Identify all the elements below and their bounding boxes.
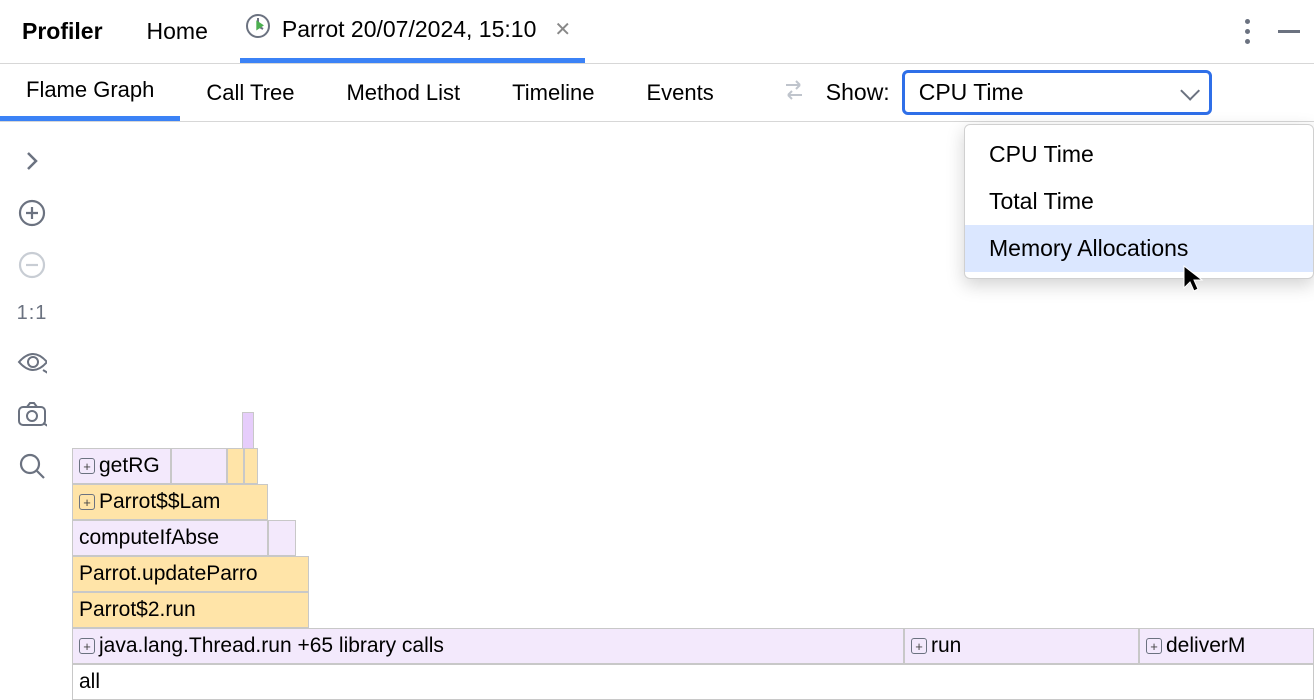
chevron-down-icon bbox=[1180, 80, 1200, 100]
flame-frame[interactable] bbox=[227, 448, 244, 484]
frame-label: java.lang.Thread.run +65 library calls bbox=[99, 634, 444, 658]
frame-label: all bbox=[79, 670, 100, 694]
expand-icon[interactable]: + bbox=[79, 638, 95, 654]
tab-call-tree[interactable]: Call Tree bbox=[180, 64, 320, 121]
header-bar: Profiler Home Parrot 20/07/2024, 15:10 ✕ bbox=[0, 0, 1314, 64]
view-toolbar: Flame Graph Call Tree Method List Timeli… bbox=[0, 64, 1314, 122]
frame-label: run bbox=[931, 634, 961, 658]
swap-icon[interactable] bbox=[780, 78, 808, 108]
flame-frame-computeifabsent[interactable]: computeIfAbse bbox=[72, 520, 268, 556]
minimize-icon[interactable] bbox=[1278, 30, 1300, 33]
eye-icon[interactable] bbox=[17, 347, 47, 377]
expand-panel-icon[interactable] bbox=[17, 146, 47, 176]
tab-label: Parrot 20/07/2024, 15:10 bbox=[282, 16, 536, 43]
expand-icon[interactable]: + bbox=[911, 638, 927, 654]
flame-frame[interactable] bbox=[171, 448, 227, 484]
dropdown-item-cpu-time[interactable]: CPU Time bbox=[965, 131, 1313, 178]
flame-frame-parrot-lambda[interactable]: + Parrot$$Lam bbox=[72, 484, 268, 520]
tab-events[interactable]: Events bbox=[621, 64, 740, 121]
zoom-in-icon[interactable] bbox=[17, 198, 47, 228]
flame-graph-area: + getRG + Parrot$$Lam computeIfAbse Parr… bbox=[72, 400, 1314, 700]
flame-frame-run[interactable]: + run bbox=[904, 628, 1139, 664]
flame-frame-deliver[interactable]: + deliverM bbox=[1139, 628, 1314, 664]
show-label: Show: bbox=[826, 79, 890, 106]
flame-frame-thread-run[interactable]: + java.lang.Thread.run +65 library calls bbox=[72, 628, 904, 664]
frame-label: computeIfAbse bbox=[79, 526, 219, 550]
kebab-menu-icon[interactable] bbox=[1244, 19, 1250, 44]
camera-icon[interactable] bbox=[17, 399, 47, 429]
dropdown-item-memory-allocations[interactable]: Memory Allocations bbox=[965, 225, 1313, 272]
flame-frame[interactable] bbox=[268, 520, 296, 556]
flame-frame-all[interactable]: all bbox=[72, 664, 1314, 700]
dropdown-item-total-time[interactable]: Total Time bbox=[965, 178, 1313, 225]
zoom-out-icon[interactable] bbox=[17, 250, 47, 280]
show-metric-select[interactable]: CPU Time bbox=[902, 70, 1212, 115]
left-icon-rail: 1:1 bbox=[0, 124, 64, 481]
tab-timeline[interactable]: Timeline bbox=[486, 64, 620, 121]
expand-icon[interactable]: + bbox=[1146, 638, 1162, 654]
tab-home[interactable]: Home bbox=[147, 18, 208, 45]
expand-icon[interactable]: + bbox=[79, 494, 95, 510]
search-icon[interactable] bbox=[17, 451, 47, 481]
tool-window-title: Profiler bbox=[14, 18, 111, 45]
expand-icon[interactable]: + bbox=[79, 458, 95, 474]
close-tab-icon[interactable]: ✕ bbox=[554, 17, 571, 42]
tab-active-session[interactable]: Parrot 20/07/2024, 15:10 ✕ bbox=[240, 0, 585, 63]
flame-frame-parrot2-run[interactable]: Parrot$2.run bbox=[72, 592, 309, 628]
flame-frame-updateparrot[interactable]: Parrot.updateParro bbox=[72, 556, 309, 592]
mouse-cursor-icon bbox=[1182, 264, 1204, 298]
show-metric-dropdown: CPU Time Total Time Memory Allocations bbox=[964, 124, 1314, 279]
frame-label: getRG bbox=[99, 454, 160, 478]
reset-zoom-button[interactable]: 1:1 bbox=[17, 302, 48, 325]
tab-flame-graph[interactable]: Flame Graph bbox=[0, 64, 180, 121]
view-tabs: Flame Graph Call Tree Method List Timeli… bbox=[0, 64, 740, 121]
frame-label: Parrot$2.run bbox=[79, 598, 196, 622]
frame-label: deliverM bbox=[1166, 634, 1245, 658]
flame-frame-getrg[interactable]: + getRG bbox=[72, 448, 171, 484]
frame-label: Parrot.updateParro bbox=[79, 562, 258, 586]
tab-method-list[interactable]: Method List bbox=[320, 64, 486, 121]
flame-frame[interactable] bbox=[244, 448, 258, 484]
frame-label: Parrot$$Lam bbox=[99, 490, 220, 514]
run-profile-icon bbox=[244, 12, 272, 46]
show-metric-value: CPU Time bbox=[919, 79, 1024, 106]
